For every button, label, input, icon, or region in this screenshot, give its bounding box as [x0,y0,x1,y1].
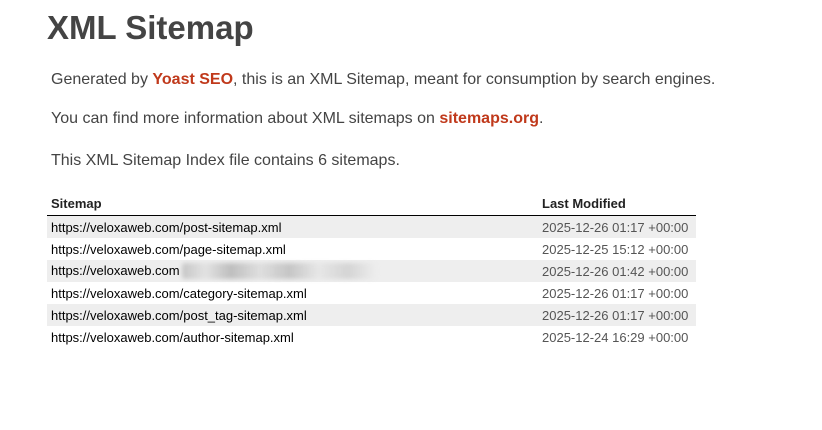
last-modified-cell: 2025-12-26 01:17 +00:00 [538,215,696,238]
info-suffix: . [538,110,544,127]
sitemap-url-link[interactable]: https://veloxaweb.com/post-sitemap.xml [47,215,538,238]
sitemap-url-link[interactable]: https://veloxaweb.com/post_tag-sitemap.x… [47,304,538,326]
sitemap-url[interactable]: https://veloxaweb.com/page-sitemap.xml [51,242,286,257]
sitemap-url-link[interactable]: https://veloxaweb.com [47,260,538,282]
table-row: https://veloxaweb.com/post-sitemap.xml 2… [47,215,696,238]
sitemap-page: XML Sitemap Generated by Yoast SEO, this… [0,0,822,430]
sitemap-url-link[interactable]: https://veloxaweb.com/author-sitemap.xml [47,326,538,348]
generated-by-text: Generated by Yoast SEO, this is an XML S… [51,70,715,90]
sitemap-url[interactable]: https://veloxaweb.com/post-sitemap.xml [51,220,281,235]
sitemap-url-link[interactable]: https://veloxaweb.com/page-sitemap.xml [47,238,538,260]
generated-prefix: Generated by [51,71,153,88]
sitemap-count-text: This XML Sitemap Index file contains 6 s… [51,152,400,169]
sitemap-url[interactable]: https://veloxaweb.com/post_tag-sitemap.x… [51,308,307,323]
last-modified-cell: 2025-12-26 01:42 +00:00 [538,260,696,282]
last-modified-cell: 2025-12-26 01:17 +00:00 [538,304,696,326]
sitemaps-org-link[interactable]: sitemaps.org [439,110,539,127]
page-title: XML Sitemap [47,9,254,46]
column-header-last-modified: Last Modified [538,192,696,216]
more-info-text: You can find more information about XML … [51,109,543,129]
table-row: https://veloxaweb.com/post_tag-sitemap.x… [47,304,696,326]
sitemap-url[interactable]: https://veloxaweb.com [51,263,180,278]
last-modified-cell: 2025-12-26 01:17 +00:00 [542,285,689,301]
sitemap-url-link[interactable]: https://veloxaweb.com/category-sitemap.x… [47,282,538,304]
sitemap-url[interactable]: https://veloxaweb.com/author-sitemap.xml [51,330,294,345]
generated-suffix: , this is an XML Sitemap, meant for cons… [233,71,716,88]
column-header-sitemap: Sitemap [47,192,538,216]
redacted-blur [181,263,377,280]
yoast-seo-link[interactable]: Yoast SEO [152,71,233,88]
table-row: https://veloxaweb.com/category-sitemap.x… [47,282,696,304]
sitemap-table: Sitemap Last Modified https://veloxaweb.… [47,192,696,348]
last-modified-cell: 2025-12-24 16:29 +00:00 [542,329,689,345]
table-header-row: Sitemap Last Modified [47,192,696,216]
table-row: https://veloxaweb.com 2025-12-26 01:42 +… [47,260,696,282]
table-row: https://veloxaweb.com/author-sitemap.xml… [47,326,696,348]
info-prefix: You can find more information about XML … [51,110,440,127]
sitemap-url[interactable]: https://veloxaweb.com/category-sitemap.x… [51,286,307,301]
table-row: https://veloxaweb.com/page-sitemap.xml 2… [47,238,696,260]
last-modified-cell: 2025-12-25 15:12 +00:00 [542,241,689,257]
